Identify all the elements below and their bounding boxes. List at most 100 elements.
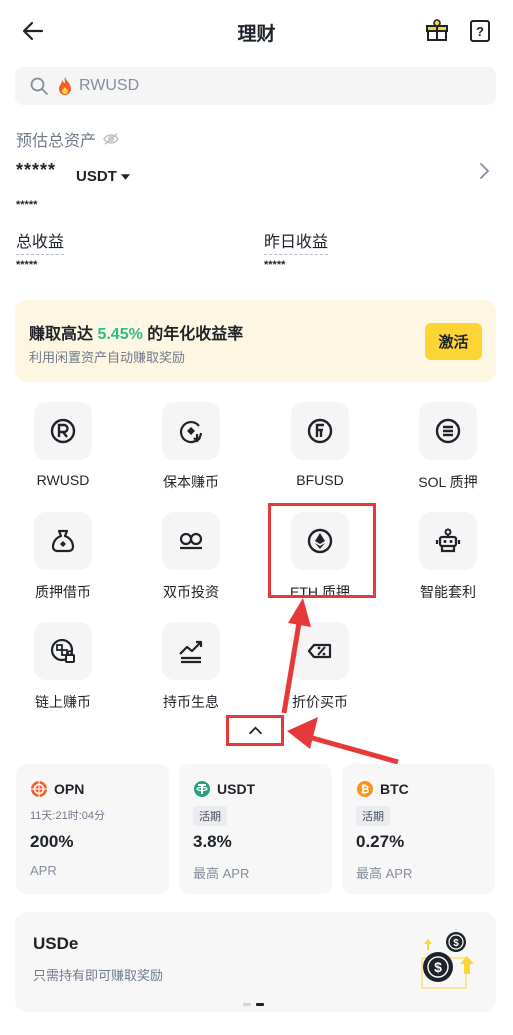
currency-unit: USDT bbox=[76, 168, 117, 185]
product-smart-arbitrage[interactable]: 智能套利 bbox=[398, 512, 498, 602]
card-apr-label: APR bbox=[30, 863, 57, 878]
promo-title-suffix: 的年化收益率 bbox=[142, 326, 244, 343]
card-header: OPN bbox=[30, 780, 84, 798]
header: 理财 ? bbox=[0, 0, 513, 64]
dual-investment-icon bbox=[179, 532, 203, 550]
product-tile bbox=[291, 622, 349, 680]
promo-title: 赚取高达 5.45% 的年化收益率 bbox=[29, 320, 243, 344]
onchain-earn-icon bbox=[50, 638, 75, 663]
product-tile bbox=[162, 512, 220, 570]
gift-box-icon[interactable] bbox=[424, 18, 450, 44]
usdt-coin-icon bbox=[194, 781, 210, 797]
svg-text:?: ? bbox=[476, 24, 484, 39]
bfusd-icon bbox=[307, 418, 333, 444]
total-earnings-label[interactable]: 总收益 bbox=[16, 228, 65, 255]
chevron-up-icon bbox=[248, 726, 262, 735]
product-label: RWUSD bbox=[36, 472, 90, 488]
btc-coin-icon: ₿ bbox=[357, 781, 373, 797]
svg-text:₿: ₿ bbox=[361, 784, 370, 796]
carousel-indicator bbox=[243, 1003, 264, 1006]
card-flexible-badge: 活期 bbox=[193, 806, 227, 826]
product-bfusd[interactable]: BFUSD bbox=[270, 402, 370, 488]
yesterday-earnings-value: ***** bbox=[264, 259, 286, 271]
product-label: 双币投资 bbox=[163, 584, 219, 600]
svg-text:$: $ bbox=[453, 938, 459, 949]
usde-subtitle: 只需持有即可赚取奖励 bbox=[33, 968, 164, 983]
sol-staking-icon bbox=[435, 418, 461, 444]
card-coin-name: BTC bbox=[380, 781, 409, 797]
product-sol-staking[interactable]: SOL 质押 bbox=[398, 402, 498, 492]
robot-icon bbox=[435, 528, 461, 553]
card-header: ₿ BTC bbox=[356, 780, 409, 798]
eye-hidden-icon[interactable] bbox=[102, 132, 120, 146]
product-hold-earn[interactable]: 持币生息 bbox=[141, 622, 241, 712]
carousel-dot bbox=[243, 1003, 251, 1006]
loan-bag-icon bbox=[51, 529, 75, 553]
card-apr-value: 200% bbox=[30, 832, 74, 851]
promo-subtitle: 利用闲置资产自动赚取奖励 bbox=[29, 350, 186, 365]
total-earnings-value: ***** bbox=[16, 259, 38, 271]
currency-selector[interactable]: USDT bbox=[76, 168, 130, 185]
card-apr-value: 0.27% bbox=[356, 832, 405, 851]
collapse-button[interactable] bbox=[226, 715, 284, 746]
product-label: SOL 质押 bbox=[418, 474, 478, 490]
product-label: 持币生息 bbox=[163, 694, 219, 710]
product-label: 链上赚币 bbox=[35, 694, 91, 710]
estimated-assets-text: 预估总资产 bbox=[16, 133, 97, 150]
product-onchain-earn[interactable]: 链上赚币 bbox=[13, 622, 113, 712]
rwusd-icon bbox=[50, 418, 76, 444]
product-card-btc[interactable]: ₿ BTC 活期 0.27% 最高 APR bbox=[342, 764, 495, 894]
hold-earn-icon bbox=[179, 640, 203, 664]
product-tile bbox=[162, 622, 220, 680]
caret-down-icon bbox=[120, 173, 130, 180]
usde-banner[interactable]: USDe 只需持有即可赚取奖励 $ $ bbox=[15, 912, 496, 1012]
product-tile bbox=[419, 512, 477, 570]
card-apr-label: 最高 APR bbox=[193, 866, 250, 881]
product-loan[interactable]: 质押借币 bbox=[13, 512, 113, 602]
product-label: 质押借币 bbox=[35, 584, 91, 600]
card-apr-value: 3.8% bbox=[193, 832, 232, 851]
product-dual-investment[interactable]: 双币投资 bbox=[141, 512, 241, 602]
product-label: BFUSD bbox=[296, 472, 344, 488]
product-label: 折价买币 bbox=[292, 694, 348, 710]
search-bar[interactable]: RWUSD bbox=[15, 67, 496, 105]
search-input[interactable]: RWUSD bbox=[79, 77, 139, 95]
opn-coin-icon bbox=[31, 781, 47, 797]
product-tile bbox=[419, 402, 477, 460]
activate-button[interactable]: 激活 bbox=[425, 323, 482, 360]
help-icon[interactable]: ? bbox=[467, 18, 493, 44]
coins-illustration-icon: $ $ bbox=[421, 932, 474, 989]
product-tile bbox=[34, 402, 92, 460]
chevron-right-icon[interactable] bbox=[477, 161, 491, 181]
fire-icon bbox=[59, 77, 71, 95]
promo-title-prefix: 赚取高达 bbox=[29, 326, 98, 343]
card-coin-name: USDT bbox=[217, 781, 256, 797]
usde-title: USDe bbox=[33, 934, 79, 953]
assets-sub-value: ***** bbox=[16, 199, 38, 211]
yesterday-earnings-label[interactable]: 昨日收益 bbox=[264, 228, 329, 255]
product-card-opn[interactable]: OPN 11天:21时:04分 200% APR bbox=[16, 764, 169, 894]
promo-rate: 5.45% bbox=[97, 326, 143, 343]
total-assets-value: ***** bbox=[16, 160, 57, 180]
product-tile bbox=[34, 512, 92, 570]
card-apr-label: 最高 APR bbox=[356, 866, 413, 881]
search-icon bbox=[30, 77, 48, 95]
card-flexible-badge: 活期 bbox=[356, 806, 390, 826]
highlight-box bbox=[268, 503, 376, 598]
product-discount-buy[interactable]: 折价买币 bbox=[270, 622, 370, 712]
product-card-usdt[interactable]: USDT 活期 3.8% 最高 APR bbox=[179, 764, 332, 894]
product-tile bbox=[34, 622, 92, 680]
annotation-arrow-left bbox=[297, 731, 399, 765]
product-tile bbox=[291, 402, 349, 460]
product-tile bbox=[162, 402, 220, 460]
svg-text:$: $ bbox=[434, 959, 442, 975]
card-coin-name: OPN bbox=[54, 781, 85, 797]
product-rwusd[interactable]: RWUSD bbox=[13, 402, 113, 488]
product-principal-protected[interactable]: 保本赚币 bbox=[141, 402, 241, 492]
card-header: USDT bbox=[193, 780, 255, 798]
estimated-assets-label: 预估总资产 bbox=[16, 127, 120, 151]
product-label: 保本赚币 bbox=[163, 474, 219, 490]
card-countdown: 11天:21时:04分 bbox=[30, 810, 106, 822]
promo-banner[interactable]: 赚取高达 5.45% 的年化收益率 利用闲置资产自动赚取奖励 激活 bbox=[15, 300, 496, 382]
carousel-dot-active bbox=[256, 1003, 264, 1006]
